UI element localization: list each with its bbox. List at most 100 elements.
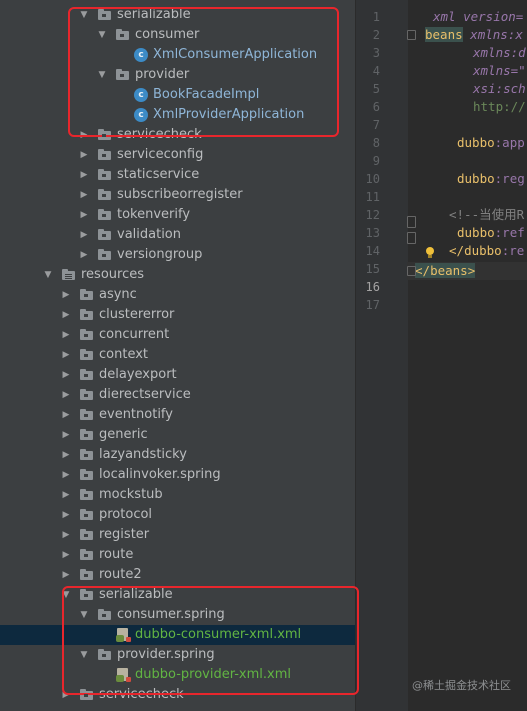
code-line-4[interactable]: xmlns=" [473, 62, 526, 80]
tree-item[interactable]: c XmlConsumerApplication [0, 45, 355, 65]
chevron-right-icon[interactable]: ▶ [78, 145, 90, 165]
tree-item[interactable]: ▶ staticservice [0, 165, 355, 185]
chevron-right-icon[interactable]: ▶ [60, 685, 72, 705]
tree-item[interactable]: ▶ clustererror [0, 305, 355, 325]
tree-item[interactable]: ▶ servicecheck [0, 125, 355, 145]
tree-item[interactable]: ▶ eventnotify [0, 405, 355, 425]
line-number: 1 [372, 10, 380, 24]
chevron-right-icon[interactable]: ▶ [78, 225, 90, 245]
chevron-down-icon[interactable]: ▼ [60, 585, 72, 605]
chevron-down-icon[interactable]: ▼ [78, 605, 90, 625]
chevron-right-icon[interactable]: ▶ [78, 185, 90, 205]
tree-item[interactable]: ▶ context [0, 345, 355, 365]
code-line-1[interactable]: xml version= [433, 8, 523, 26]
chevron-right-icon[interactable]: ▶ [60, 345, 72, 365]
line-number: 17 [365, 298, 380, 312]
tree-item[interactable]: dubbo-consumer-xml.xml [0, 625, 355, 645]
tree-item[interactable]: ▶ protocol [0, 505, 355, 525]
code-line-6[interactable]: http:// [473, 98, 526, 116]
code-line-3[interactable]: xmlns:d [473, 44, 526, 62]
fold-icon[interactable] [407, 30, 416, 40]
chevron-right-icon[interactable]: ▶ [78, 205, 90, 225]
chevron-right-icon[interactable]: ▶ [78, 245, 90, 265]
chevron-down-icon[interactable]: ▼ [78, 5, 90, 25]
tree-item[interactable]: ▶ route [0, 545, 355, 565]
chevron-down-icon[interactable]: ▼ [42, 265, 54, 285]
tree-item-label: clustererror [99, 307, 175, 322]
chevron-right-icon[interactable]: ▶ [78, 165, 90, 185]
chevron-right-icon[interactable]: ▶ [60, 285, 72, 305]
tree-item-label: route [99, 547, 134, 562]
code-line-16[interactable]: </beans> [415, 262, 476, 280]
chevron-right-icon[interactable]: ▶ [60, 565, 72, 585]
tree-item-label: staticservice [117, 167, 200, 182]
chevron-down-icon[interactable]: ▼ [96, 65, 108, 85]
tree-item[interactable]: c XmlProviderApplication [0, 105, 355, 125]
java-class-icon: c [134, 88, 148, 102]
tree-item[interactable]: dubbo-provider-xml.xml [0, 665, 355, 685]
lightbulb-icon[interactable] [425, 247, 435, 259]
resources-folder-icon [62, 269, 75, 280]
chevron-right-icon[interactable]: ▶ [60, 545, 72, 565]
chevron-right-icon[interactable]: ▶ [60, 525, 72, 545]
tree-item[interactable]: ▶ subscribeorregister [0, 185, 355, 205]
chevron-down-icon[interactable]: ▼ [96, 25, 108, 45]
line-number: 3 [372, 46, 380, 60]
tree-item[interactable]: ▶ dierectservice [0, 385, 355, 405]
code-line-12[interactable]: <!--当使用R [449, 206, 524, 224]
folder-icon [80, 369, 93, 380]
tree-item[interactable]: ▼ resources [0, 265, 355, 285]
tree-item[interactable]: ▶ validation [0, 225, 355, 245]
tree-item[interactable]: ▶ versiongroup [0, 245, 355, 265]
tree-item[interactable]: ▶ mockstub [0, 485, 355, 505]
chevron-right-icon[interactable]: ▶ [60, 505, 72, 525]
fold-icon[interactable] [407, 266, 416, 276]
tree-item-label: XmlProviderApplication [153, 107, 305, 122]
project-tree[interactable]: ▼ serializable ▼ consumer c XmlConsumerApplic… [0, 0, 355, 711]
tree-item[interactable]: ▼ consumer [0, 25, 355, 45]
code-line-5[interactable]: xsi:sch [473, 80, 526, 98]
code-line-13[interactable]: dubbo:ref [457, 224, 525, 242]
folder-icon [98, 229, 111, 240]
fold-icon[interactable] [407, 216, 416, 228]
xml-editor[interactable]: 1 2 3 4 5 6 7 8 9 10 11 12 13 14 15 16 17 xml version= b… [355, 0, 527, 711]
chevron-right-icon[interactable]: ▶ [60, 445, 72, 465]
chevron-right-icon[interactable]: ▶ [60, 485, 72, 505]
tree-item[interactable]: ▼ serializable [0, 5, 355, 25]
chevron-right-icon[interactable]: ▶ [60, 385, 72, 405]
chevron-right-icon[interactable]: ▶ [60, 325, 72, 345]
chevron-right-icon[interactable]: ▶ [60, 425, 72, 445]
code-line-10[interactable]: dubbo:reg [457, 170, 525, 188]
tree-item-label: provider.spring [117, 647, 215, 662]
tree-item[interactable]: ▶ concurrent [0, 325, 355, 345]
tree-item[interactable]: ▼ provider.spring [0, 645, 355, 665]
code-line-14[interactable]: </dubbo:re [449, 242, 524, 260]
code-line-2[interactable]: beans xmlns:x [425, 26, 523, 44]
tree-item[interactable]: ▶ serviceconfig [0, 145, 355, 165]
tree-item[interactable]: ▼ consumer.spring [0, 605, 355, 625]
chevron-right-icon[interactable]: ▶ [78, 125, 90, 145]
tree-item-label: validation [117, 227, 182, 242]
tree-item[interactable]: ▶ async [0, 285, 355, 305]
tree-item[interactable]: ▶ tokenverify [0, 205, 355, 225]
tree-item[interactable]: ▶ register [0, 525, 355, 545]
tree-item[interactable]: c BookFacadeImpl [0, 85, 355, 105]
code-line-8[interactable]: dubbo:app [457, 134, 525, 152]
tree-item[interactable]: ▶ generic [0, 425, 355, 445]
tree-item[interactable]: ▶ servicecheck [0, 685, 355, 705]
tree-item[interactable]: ▶ localinvoker.spring [0, 465, 355, 485]
chevron-right-icon[interactable]: ▶ [60, 405, 72, 425]
tree-item[interactable]: ▶ lazyandsticky [0, 445, 355, 465]
chevron-down-icon[interactable]: ▼ [78, 645, 90, 665]
tree-item[interactable]: ▶ route2 [0, 565, 355, 585]
beans-close-tag: beans [430, 263, 468, 278]
chevron-right-icon[interactable]: ▶ [60, 305, 72, 325]
folder-icon [116, 29, 129, 40]
tree-item[interactable]: ▼ provider [0, 65, 355, 85]
tree-item[interactable]: ▼ serializable [0, 585, 355, 605]
fold-icon[interactable] [407, 232, 416, 244]
chevron-right-icon[interactable]: ▶ [60, 465, 72, 485]
chevron-right-icon[interactable]: ▶ [60, 365, 72, 385]
folder-icon [98, 649, 111, 660]
tree-item[interactable]: ▶ delayexport [0, 365, 355, 385]
